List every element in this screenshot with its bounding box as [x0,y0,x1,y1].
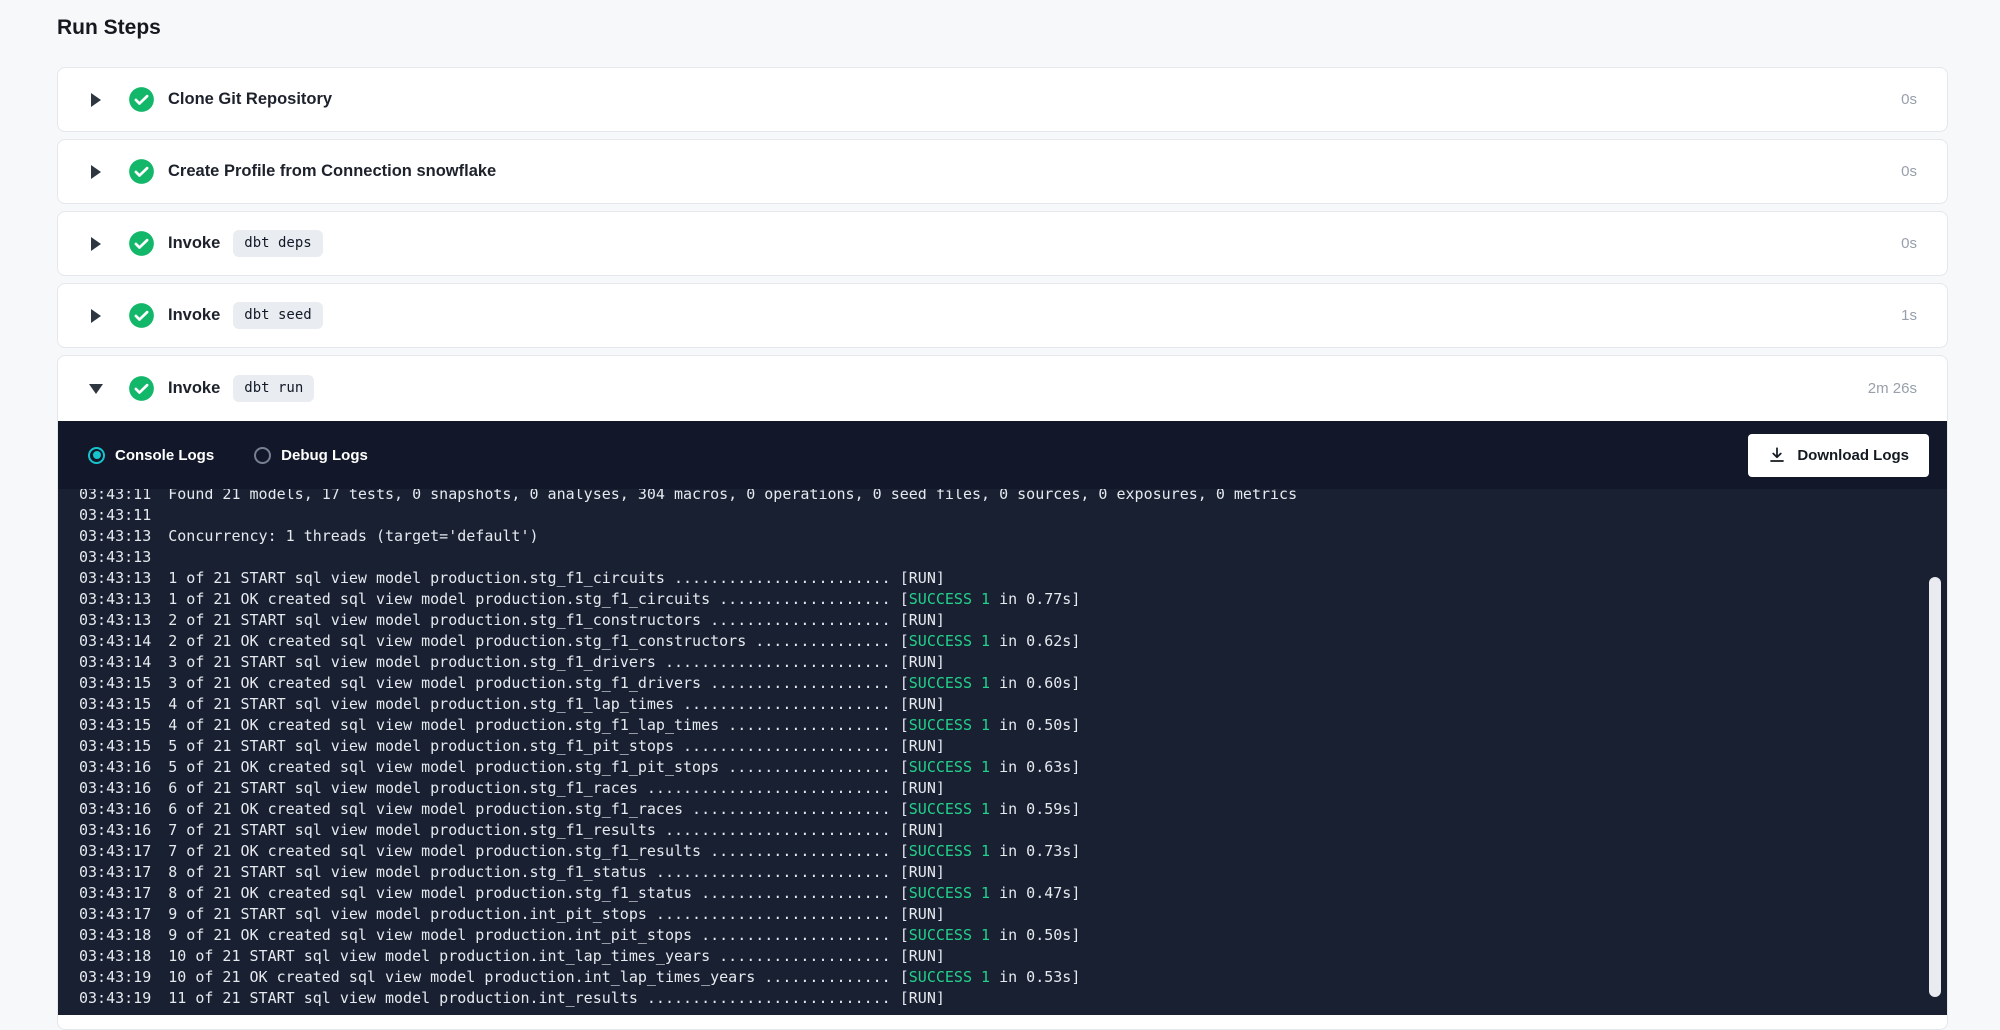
log-line: 03:43:143 of 21 START sql view model pro… [79,652,1917,673]
console-log-output[interactable]: 03:43:11Found 21 models, 17 tests, 0 sna… [58,489,1947,1015]
command-pill: dbt run [233,375,314,402]
run-steps-page: Run Steps Clone Git Repository 0s Create… [0,0,2000,1030]
log-line: 03:43:1911 of 21 START sql view model pr… [79,988,1917,1009]
success-check-icon [128,230,155,257]
console-panel: Console Logs Debug Logs Download Logs 03… [58,421,1947,1015]
log-line: 03:43:1810 of 21 START sql view model pr… [79,946,1917,967]
download-icon [1768,446,1786,464]
chevron-right-icon[interactable] [89,309,103,323]
log-line: 03:43:179 of 21 START sql view model pro… [79,904,1917,925]
success-check-icon [128,158,155,185]
log-line: 03:43:154 of 21 OK created sql view mode… [79,715,1917,736]
log-line: 03:43:166 of 21 START sql view model pro… [79,778,1917,799]
step-duration: 0s [1901,163,1917,180]
log-line: 03:43:178 of 21 START sql view model pro… [79,862,1917,883]
step-row-clone-git-repository[interactable]: Clone Git Repository 0s [57,67,1948,132]
log-line: 03:43:132 of 21 START sql view model pro… [79,610,1917,631]
log-line: 03:43:178 of 21 OK created sql view mode… [79,883,1917,904]
log-line: 03:43:13Concurrency: 1 threads (target='… [79,526,1917,547]
log-line: 03:43:177 of 21 OK created sql view mode… [79,841,1917,862]
step-duration: 2m 26s [1868,380,1917,397]
page-title: Run Steps [57,16,1948,40]
step-row-create-profile[interactable]: Create Profile from Connection snowflake… [57,139,1948,204]
success-check-icon [128,375,155,402]
step-header[interactable]: Invoke dbt run 2m 26s [58,356,1947,421]
log-lines: 03:43:11Found 21 models, 17 tests, 0 sna… [79,489,1917,1009]
log-line: 03:43:11 [79,505,1917,526]
radio-unselected-icon[interactable] [254,447,271,464]
log-line: 03:43:153 of 21 OK created sql view mode… [79,673,1917,694]
console-logs-radio[interactable]: Console Logs [88,447,214,464]
chevron-right-icon[interactable] [89,165,103,179]
step-label: Invoke [168,306,220,325]
step-duration: 1s [1901,307,1917,324]
chevron-right-icon[interactable] [89,237,103,251]
debug-logs-radio[interactable]: Debug Logs [254,447,368,464]
debug-logs-label[interactable]: Debug Logs [281,447,368,464]
log-line: 03:43:155 of 21 START sql view model pro… [79,736,1917,757]
step-label: Create Profile from Connection snowflake [168,162,496,181]
log-line: 03:43:165 of 21 OK created sql view mode… [79,757,1917,778]
chevron-right-icon[interactable] [89,93,103,107]
step-label: Invoke [168,234,220,253]
radio-selected-icon[interactable] [88,447,105,464]
command-pill: dbt seed [233,302,322,329]
step-duration: 0s [1901,91,1917,108]
command-pill: dbt deps [233,230,322,257]
step-duration: 0s [1901,235,1917,252]
log-line: 03:43:131 of 21 OK created sql view mode… [79,589,1917,610]
download-logs-label: Download Logs [1797,447,1909,464]
step-label: Clone Git Repository [168,90,332,109]
log-line: 03:43:142 of 21 OK created sql view mode… [79,631,1917,652]
chevron-down-icon[interactable] [89,384,103,394]
console-header: Console Logs Debug Logs Download Logs [58,421,1947,489]
step-row-invoke-dbt-run: Invoke dbt run 2m 26s Console Logs Debug… [57,355,1948,1030]
log-line: 03:43:167 of 21 START sql view model pro… [79,820,1917,841]
step-row-invoke-dbt-deps[interactable]: Invoke dbt deps 0s [57,211,1948,276]
step-row-invoke-dbt-seed[interactable]: Invoke dbt seed 1s [57,283,1948,348]
log-line: 03:43:11Found 21 models, 17 tests, 0 sna… [79,489,1917,505]
success-check-icon [128,86,155,113]
step-label: Invoke [168,379,220,398]
success-check-icon [128,302,155,329]
scrollbar-thumb[interactable] [1929,577,1941,997]
log-line: 03:43:13 [79,547,1917,568]
download-logs-button[interactable]: Download Logs [1748,434,1929,477]
log-line: 03:43:189 of 21 OK created sql view mode… [79,925,1917,946]
console-logs-label[interactable]: Console Logs [115,447,214,464]
log-line: 03:43:1910 of 21 OK created sql view mod… [79,967,1917,988]
log-line: 03:43:154 of 21 START sql view model pro… [79,694,1917,715]
log-line: 03:43:166 of 21 OK created sql view mode… [79,799,1917,820]
log-line: 03:43:131 of 21 START sql view model pro… [79,568,1917,589]
